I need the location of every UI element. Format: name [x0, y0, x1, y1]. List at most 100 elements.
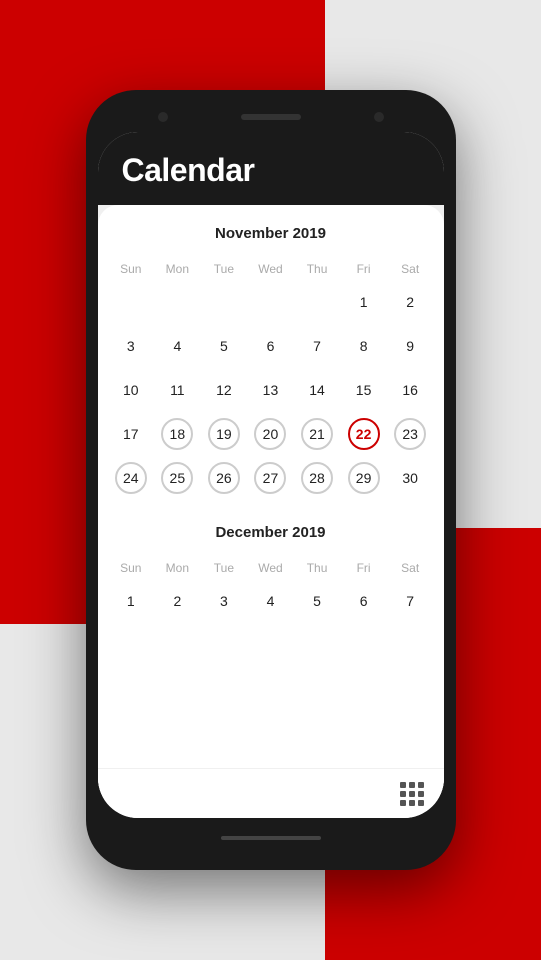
list-item[interactable]: 20: [247, 412, 294, 456]
list-item[interactable]: 8: [340, 324, 387, 368]
list-item[interactable]: 17: [108, 412, 155, 456]
month-separator: [108, 500, 434, 524]
day-8-nov[interactable]: 8: [348, 330, 380, 362]
day-11-nov[interactable]: 11: [161, 374, 193, 406]
list-item[interactable]: 30: [387, 456, 434, 500]
list-item[interactable]: 3: [201, 579, 248, 623]
day-24-nov[interactable]: 24: [115, 462, 147, 494]
list-item[interactable]: 29: [340, 456, 387, 500]
app-title: Calendar: [122, 152, 420, 189]
list-item[interactable]: 14: [294, 368, 341, 412]
grid-dot-1: [400, 782, 406, 788]
list-item[interactable]: 6: [247, 324, 294, 368]
list-item[interactable]: 2: [387, 280, 434, 324]
col-tue-dec: Tue: [201, 557, 248, 579]
col-sun-nov: Sun: [108, 258, 155, 280]
phone-top-bar: [98, 102, 444, 132]
day-2-dec[interactable]: 2: [161, 585, 193, 617]
list-item[interactable]: 24: [108, 456, 155, 500]
day-29-nov[interactable]: 29: [348, 462, 380, 494]
day-9-nov[interactable]: 9: [394, 330, 426, 362]
day-1-nov[interactable]: 1: [348, 286, 380, 318]
list-item[interactable]: 4: [247, 579, 294, 623]
list-item[interactable]: 12: [201, 368, 248, 412]
list-item[interactable]: 15: [340, 368, 387, 412]
day-4-dec[interactable]: 4: [254, 585, 286, 617]
list-item[interactable]: 19: [201, 412, 248, 456]
day-28-nov[interactable]: 28: [301, 462, 333, 494]
list-item[interactable]: 18: [154, 412, 201, 456]
list-item[interactable]: 1: [340, 280, 387, 324]
list-item[interactable]: 6: [340, 579, 387, 623]
list-item[interactable]: 5: [294, 579, 341, 623]
list-item[interactable]: 7: [387, 579, 434, 623]
list-item[interactable]: 27: [247, 456, 294, 500]
list-item[interactable]: 1: [108, 579, 155, 623]
list-item[interactable]: [294, 280, 341, 324]
day-6-nov[interactable]: 6: [254, 330, 286, 362]
day-5-nov[interactable]: 5: [208, 330, 240, 362]
day-10-nov[interactable]: 10: [115, 374, 147, 406]
grid-dot-9: [418, 800, 424, 806]
day-26-nov[interactable]: 26: [208, 462, 240, 494]
day-23-nov[interactable]: 23: [394, 418, 426, 450]
list-item[interactable]: 16: [387, 368, 434, 412]
list-item[interactable]: [108, 280, 155, 324]
day-6-dec[interactable]: 6: [348, 585, 380, 617]
phone-speaker: [241, 114, 301, 120]
list-item[interactable]: 13: [247, 368, 294, 412]
day-7-nov[interactable]: 7: [301, 330, 333, 362]
day-30-nov[interactable]: 30: [394, 462, 426, 494]
day-27-nov[interactable]: 27: [254, 462, 286, 494]
day-20-nov[interactable]: 20: [254, 418, 286, 450]
table-row: 3456789: [108, 324, 434, 368]
list-item[interactable]: 2: [154, 579, 201, 623]
list-item[interactable]: 22: [340, 412, 387, 456]
grid-dot-8: [409, 800, 415, 806]
list-item[interactable]: 26: [201, 456, 248, 500]
list-item[interactable]: 25: [154, 456, 201, 500]
table-row: 10 11 12 13 14 15 16: [108, 368, 434, 412]
day-16-nov[interactable]: 16: [394, 374, 426, 406]
list-item[interactable]: [201, 280, 248, 324]
list-item[interactable]: [247, 280, 294, 324]
col-sat-dec: Sat: [387, 557, 434, 579]
day-18-nov[interactable]: 18: [161, 418, 193, 450]
table-row: 24 25 26 27 28 29 30: [108, 456, 434, 500]
col-thu-nov: Thu: [294, 258, 341, 280]
list-item[interactable]: 23: [387, 412, 434, 456]
day-3-dec[interactable]: 3: [208, 585, 240, 617]
day-7-dec[interactable]: 7: [394, 585, 426, 617]
list-item[interactable]: 4: [154, 324, 201, 368]
app-header: Calendar: [98, 132, 444, 205]
day-13-nov[interactable]: 13: [254, 374, 286, 406]
col-sun-dec: Sun: [108, 557, 155, 579]
list-item[interactable]: 3: [108, 324, 155, 368]
day-22-nov[interactable]: 22: [348, 418, 380, 450]
grid-dot-5: [409, 791, 415, 797]
day-25-nov[interactable]: 25: [161, 462, 193, 494]
day-3-nov[interactable]: 3: [115, 330, 147, 362]
day-17-nov[interactable]: 17: [115, 418, 147, 450]
col-thu-dec: Thu: [294, 557, 341, 579]
grid-icon[interactable]: [400, 782, 424, 806]
day-21-nov[interactable]: 21: [301, 418, 333, 450]
list-item[interactable]: 21: [294, 412, 341, 456]
day-15-nov[interactable]: 15: [348, 374, 380, 406]
list-item[interactable]: 11: [154, 368, 201, 412]
list-item[interactable]: 5: [201, 324, 248, 368]
december-grid: Sun Mon Tue Wed Thu Fri Sat 1234567: [108, 557, 434, 623]
day-2-nov[interactable]: 2: [394, 286, 426, 318]
list-item[interactable]: 28: [294, 456, 341, 500]
day-19-nov[interactable]: 19: [208, 418, 240, 450]
day-12-nov[interactable]: 12: [208, 374, 240, 406]
list-item[interactable]: 9: [387, 324, 434, 368]
list-item[interactable]: [154, 280, 201, 324]
day-14-nov[interactable]: 14: [301, 374, 333, 406]
day-1-dec[interactable]: 1: [115, 585, 147, 617]
list-item[interactable]: 10: [108, 368, 155, 412]
list-item[interactable]: 7: [294, 324, 341, 368]
day-4-nov[interactable]: 4: [161, 330, 193, 362]
day-5-dec[interactable]: 5: [301, 585, 333, 617]
col-fri-dec: Fri: [340, 557, 387, 579]
